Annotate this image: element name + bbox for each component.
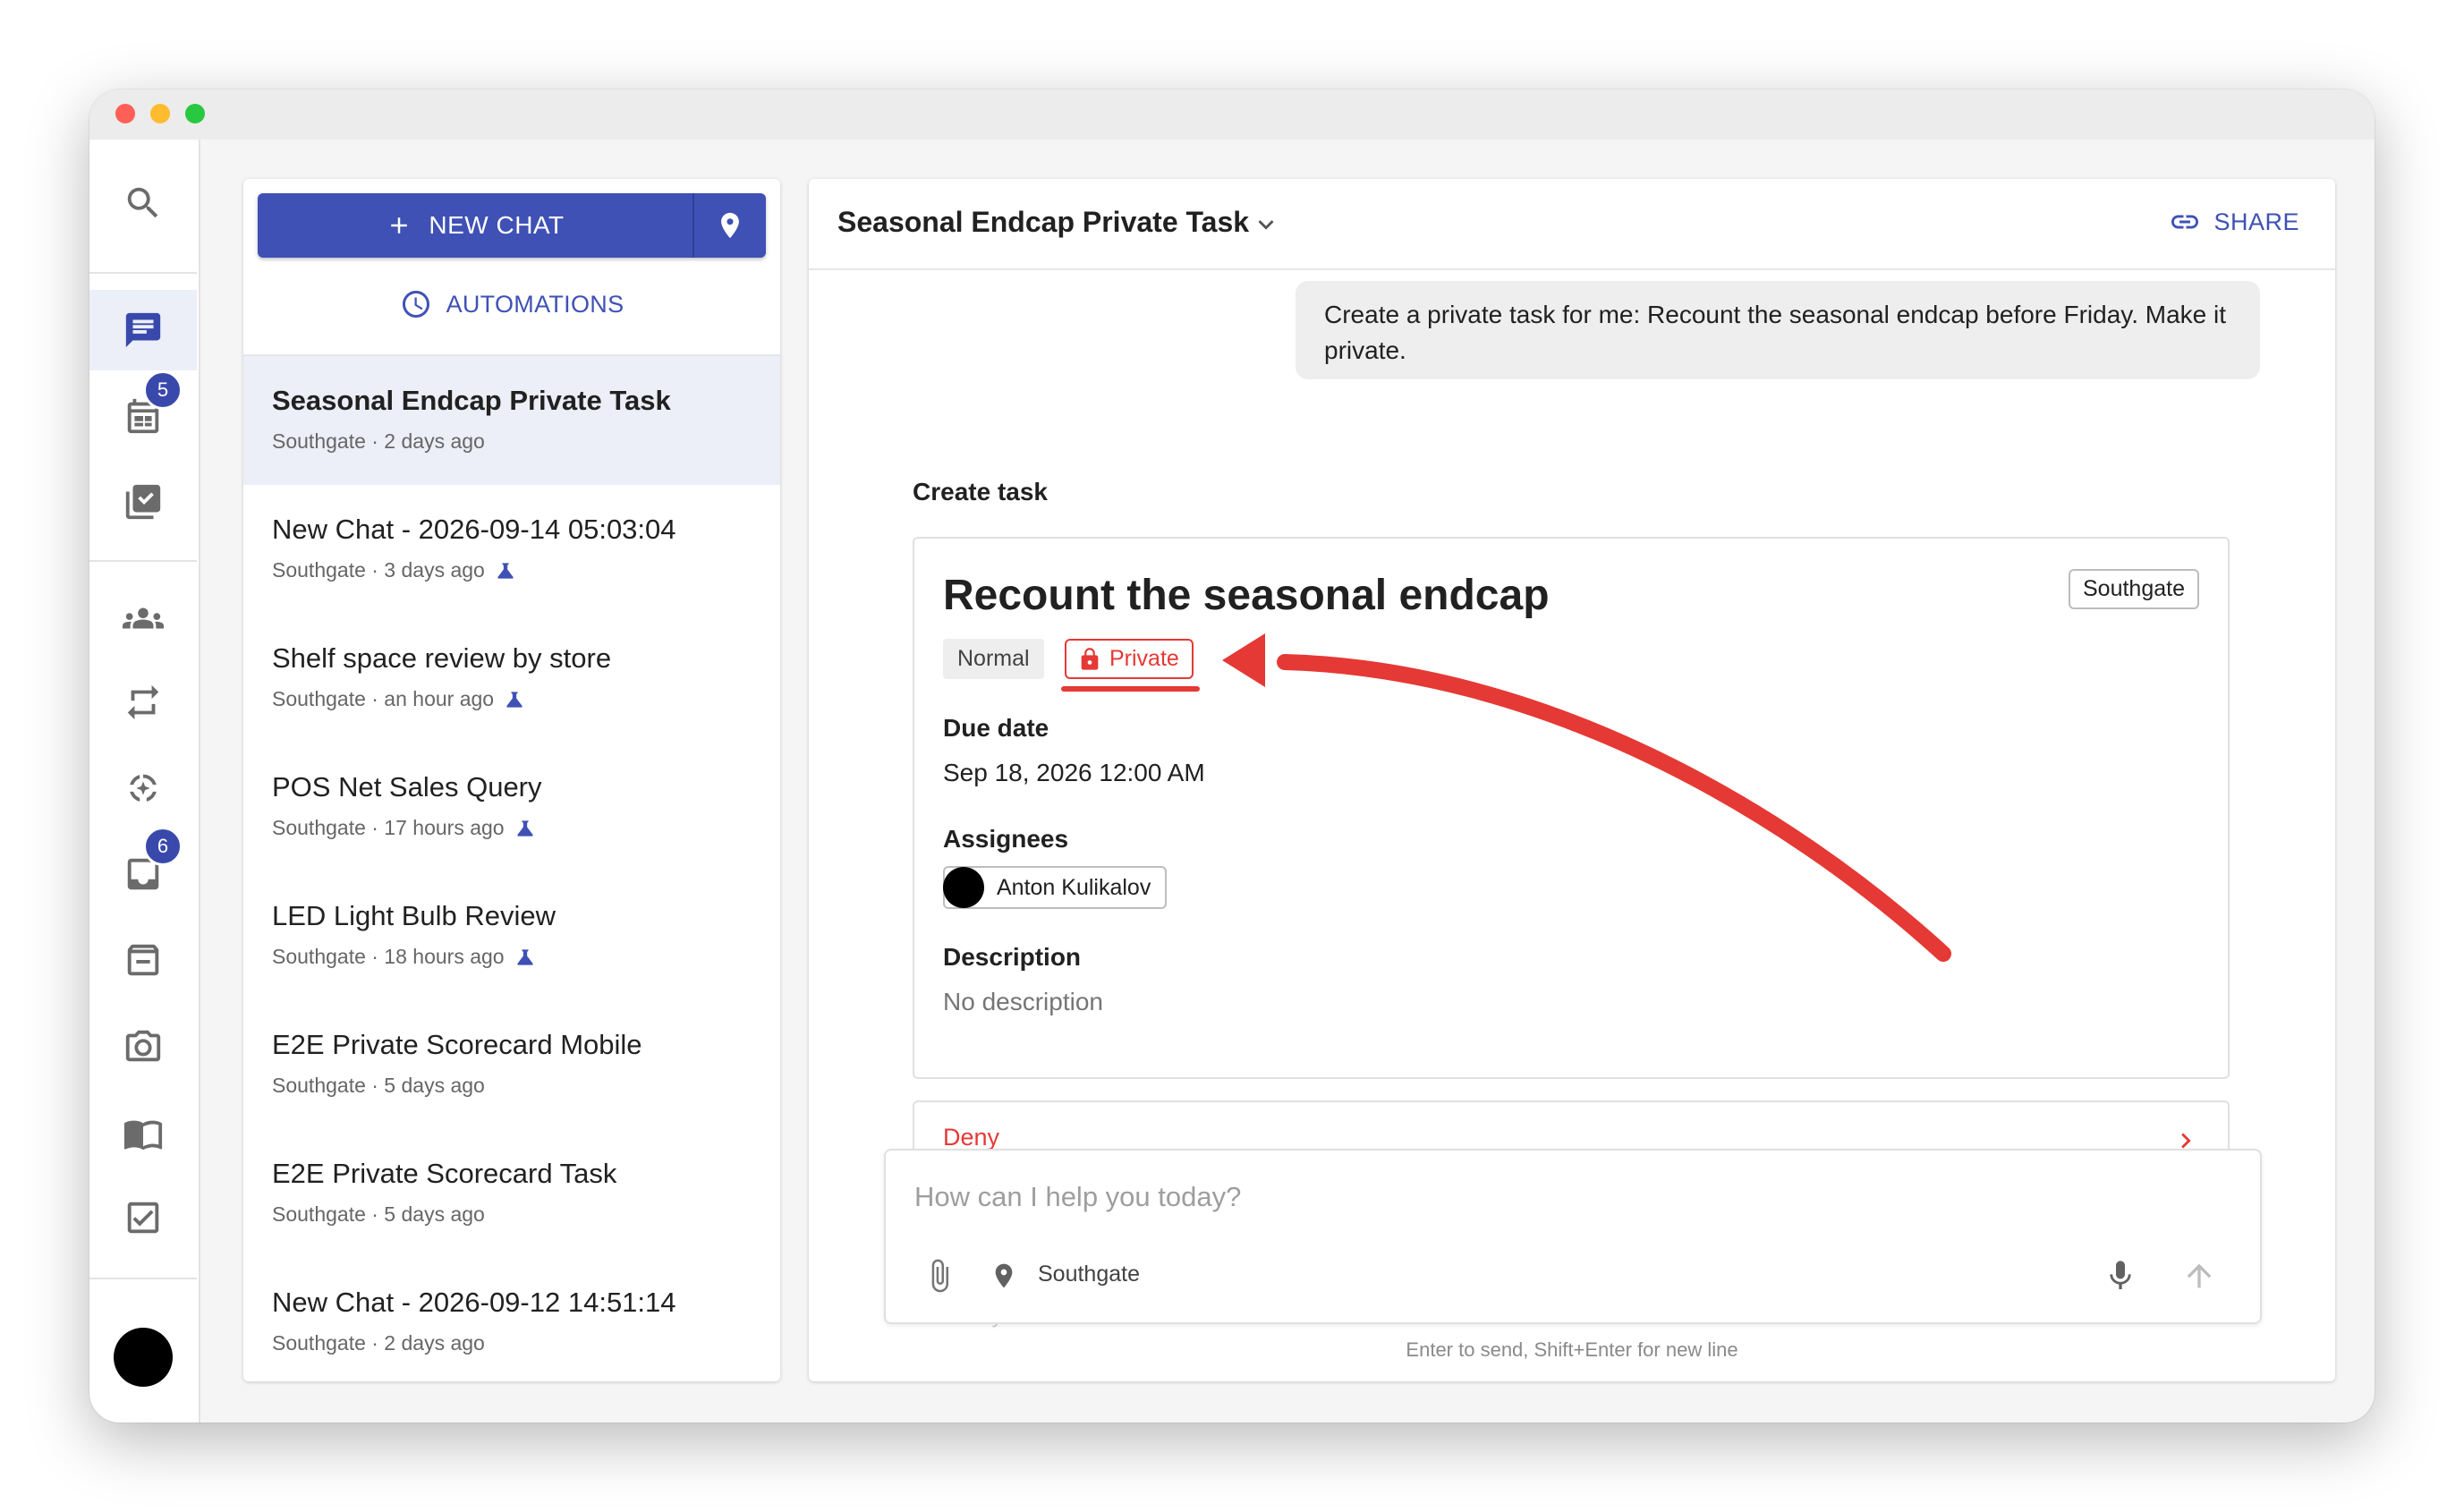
user-avatar[interactable] — [114, 1328, 173, 1387]
composer-hint: Enter to send, Shift+Enter for new line — [1406, 1338, 1738, 1361]
user-message: Create a private task for me: Recount th… — [1296, 281, 2260, 379]
lock-icon — [1081, 647, 1099, 670]
automations-label: AUTOMATIONS — [446, 290, 624, 318]
flask-icon — [516, 948, 533, 965]
conversation-panel: Seasonal Endcap Private Task SHARE Creat… — [809, 179, 2335, 1381]
chat-title: Seasonal Endcap Private Task — [272, 385, 671, 416]
private-label: Private — [1109, 646, 1179, 671]
close-window-button[interactable] — [115, 104, 135, 123]
description-label: Description — [943, 943, 1082, 971]
minimize-window-button[interactable] — [150, 104, 170, 123]
plus-icon — [391, 217, 408, 234]
chevron-down-icon[interactable] — [1251, 209, 1281, 240]
book-icon[interactable] — [89, 1093, 197, 1174]
attach-icon[interactable] — [922, 1258, 957, 1294]
composer-store-selector[interactable]: Southgate — [1038, 1261, 1140, 1287]
chat-list-item[interactable]: E2E Private Scorecard Task Southgate · 5… — [243, 1129, 780, 1258]
message-composer: How can I help you today? Southgate — [884, 1149, 2262, 1324]
clock-icon — [402, 291, 429, 318]
checklist-icon[interactable] — [89, 1177, 197, 1258]
due-date-value: Sep 18, 2026 12:00 AM — [943, 759, 1205, 786]
chat-subtitle: Southgate · 17 hours ago — [272, 816, 505, 839]
priority-chip: Normal — [943, 639, 1044, 679]
chat-subtitle: Southgate · 18 hours ago — [272, 945, 505, 968]
chat-title: E2E Private Scorecard Mobile — [272, 1029, 642, 1060]
deny-label: Deny — [943, 1124, 1000, 1151]
archive-icon[interactable] — [89, 920, 197, 1000]
message-input[interactable]: How can I help you today? — [914, 1181, 1241, 1213]
chat-icon[interactable] — [89, 290, 197, 370]
assignee-name: Anton Kulikalov — [997, 874, 1151, 900]
chat-subtitle: Southgate · 2 days ago — [272, 429, 485, 453]
new-chat-button[interactable]: NEW CHAT — [258, 193, 692, 258]
chat-title: LED Light Bulb Review — [272, 900, 557, 931]
title-bar — [89, 89, 2375, 140]
new-chat-split-button: NEW CHAT — [258, 193, 766, 258]
flask-icon — [516, 820, 533, 837]
task-title: Recount the seasonal endcap — [943, 572, 1550, 619]
schedule-icon[interactable]: 5 — [89, 370, 197, 456]
store-chip: Southgate — [2069, 569, 2199, 609]
conversation-title[interactable]: Seasonal Endcap Private Task — [837, 206, 1249, 239]
chat-title: Shelf space review by store — [272, 642, 612, 674]
chat-title: POS Net Sales Query — [272, 771, 542, 803]
chat-title: E2E Private Scorecard Task — [272, 1158, 617, 1189]
chat-list-item[interactable]: Seasonal Endcap Private Task Southgate ·… — [243, 356, 780, 485]
chat-list-item[interactable]: Shelf space review by store Southgate · … — [243, 614, 780, 743]
ai-cycle-icon[interactable] — [89, 748, 197, 828]
chat-subtitle: Southgate · an hour ago — [272, 687, 495, 710]
private-chip: Private — [1065, 639, 1194, 679]
send-arrow-icon[interactable] — [2181, 1258, 2217, 1294]
chat-title: New Chat - 2026-09-14 05:03:04 — [272, 514, 676, 545]
camera-icon[interactable] — [89, 1006, 197, 1086]
chat-title: New Chat - 2026-09-12 14:51:14 — [272, 1287, 676, 1318]
inbox-icon[interactable]: 6 — [89, 827, 197, 914]
schedule-badge: 5 — [143, 370, 183, 410]
location-pin-icon — [995, 1263, 1013, 1288]
chat-subtitle: Southgate · 2 days ago — [272, 1331, 485, 1355]
chat-subtitle: Southgate · 5 days ago — [272, 1202, 485, 1226]
chat-list-item[interactable]: New Chat - 2026-09-14 05:03:04 Southgate… — [243, 485, 780, 614]
share-label: SHARE — [2213, 208, 2299, 235]
new-chat-label: NEW CHAT — [429, 211, 565, 239]
app-window: 5 6 NEW CHAT AUTOMATIONS Seasonal Endcap… — [89, 89, 2375, 1423]
assignee-avatar — [943, 867, 984, 908]
due-date-label: Due date — [943, 714, 1049, 742]
flask-icon — [506, 691, 523, 708]
people-icon[interactable] — [89, 578, 197, 658]
chat-list-item[interactable]: POS Net Sales Query Southgate · 17 hours… — [243, 743, 780, 871]
automations-button[interactable]: AUTOMATIONS — [243, 288, 780, 320]
chat-list-panel: NEW CHAT AUTOMATIONS Seasonal Endcap Pri… — [243, 179, 780, 1381]
zoom-window-button[interactable] — [185, 104, 205, 123]
chat-list-item[interactable]: New Chat - 2026-09-12 14:51:14 Southgate… — [243, 1258, 780, 1381]
location-pin-icon — [721, 212, 739, 239]
microphone-icon[interactable] — [2103, 1258, 2138, 1294]
conversation-header: Seasonal Endcap Private Task SHARE — [809, 179, 2335, 270]
inbox-badge: 6 — [143, 827, 183, 866]
chat-subtitle: Southgate · 5 days ago — [272, 1074, 485, 1097]
share-button[interactable]: SHARE — [2169, 206, 2299, 238]
chat-list-item[interactable]: LED Light Bulb Review Southgate · 18 hou… — [243, 871, 780, 1000]
task-preview-card: Recount the seasonal endcap Southgate No… — [913, 537, 2230, 1079]
assignee-chip: Anton Kulikalov — [943, 866, 1168, 909]
assignees-label: Assignees — [943, 825, 1069, 853]
tasks-icon[interactable] — [89, 462, 197, 542]
repeat-icon[interactable] — [89, 662, 197, 743]
tool-call-label: Create task — [913, 478, 1048, 505]
description-value: No description — [943, 988, 1103, 1015]
flask-icon — [497, 562, 514, 579]
link-icon — [2171, 215, 2199, 229]
chat-list-item[interactable]: E2E Private Scorecard Mobile Southgate ·… — [243, 1000, 780, 1129]
location-button[interactable] — [694, 193, 766, 258]
chat-subtitle: Southgate · 3 days ago — [272, 558, 485, 582]
icon-rail: 5 6 — [89, 140, 200, 1423]
search-icon[interactable] — [89, 163, 197, 243]
